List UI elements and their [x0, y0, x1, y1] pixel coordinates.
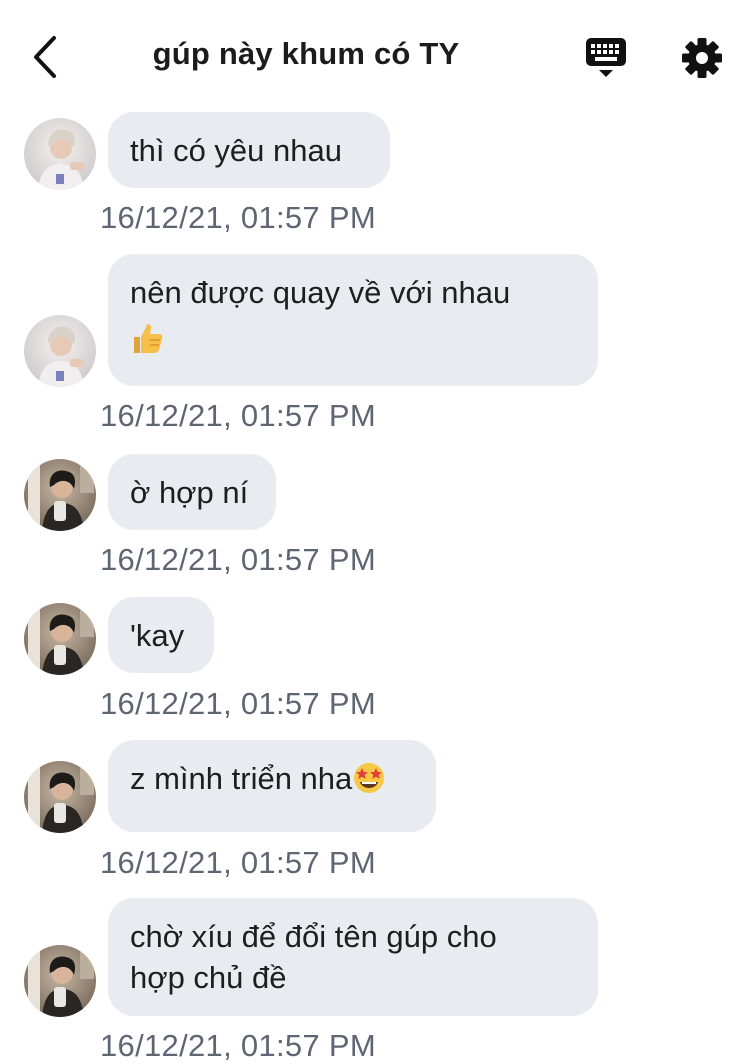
message-timestamp: 16/12/21, 01:57 PM: [100, 200, 376, 235]
message-text: ờ hợp ní: [130, 475, 249, 510]
avatar[interactable]: [24, 945, 96, 1017]
message-bubble[interactable]: z mình triển nha: [108, 740, 436, 832]
avatar[interactable]: [24, 761, 96, 833]
chat-header: gúp này khum có TY: [0, 0, 750, 112]
message-bubble[interactable]: thì có yêu nhau: [108, 112, 390, 188]
message-text-line-2: hợp chủ đề: [130, 960, 287, 995]
message-text: nên được quay về với nhau: [130, 275, 511, 310]
star-struck-emoji-icon: [354, 762, 385, 793]
message-timestamp: 16/12/21, 01:57 PM: [100, 845, 376, 880]
message-timestamp: 16/12/21, 01:57 PM: [100, 542, 376, 577]
avatar[interactable]: [24, 315, 96, 387]
message-timestamp: 16/12/21, 01:57 PM: [100, 686, 376, 721]
page-title: gúp này khum có TY: [152, 36, 460, 71]
keyboard-icon[interactable]: [584, 36, 628, 80]
message-bubble[interactable]: 'kay: [108, 597, 214, 673]
message-bubble[interactable]: ờ hợp ní: [108, 454, 276, 530]
message-text: z mình triển nha: [130, 761, 353, 796]
avatar[interactable]: [24, 603, 96, 675]
avatar[interactable]: [24, 459, 96, 531]
thumbs-up-icon: [134, 324, 163, 353]
message-bubble[interactable]: nên được quay về với nhau: [108, 254, 598, 386]
message-timestamp: 16/12/21, 01:57 PM: [100, 398, 376, 433]
message-timestamp: 16/12/21, 01:57 PM: [100, 1028, 376, 1063]
message-text-line-1: chờ xíu để đổi tên gúp cho: [130, 919, 497, 954]
message-text: thì có yêu nhau: [130, 133, 342, 168]
message-bubble[interactable]: chờ xíu để đổi tên gúp cho hợp chủ đề: [108, 898, 598, 1016]
settings-gear-icon[interactable]: [680, 36, 724, 80]
avatar[interactable]: [24, 118, 96, 190]
message-text: 'kay: [130, 618, 185, 653]
